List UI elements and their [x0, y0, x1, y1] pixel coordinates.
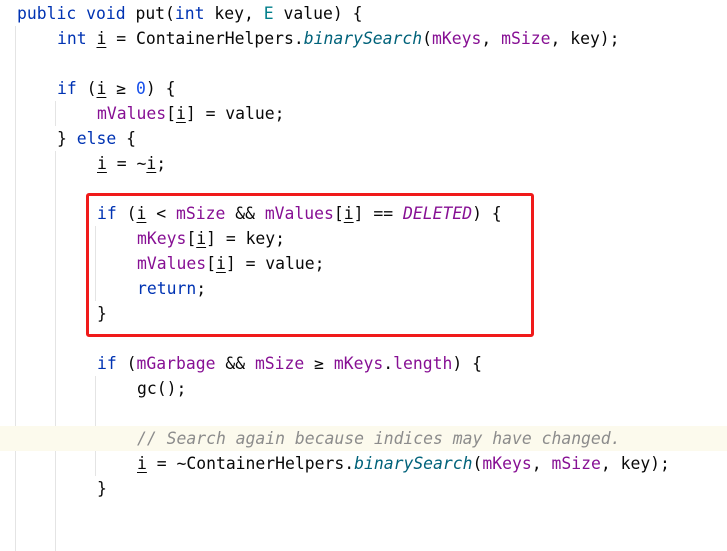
code-line[interactable]: i = ~i;	[0, 151, 727, 176]
code-line[interactable]: }	[0, 476, 727, 501]
token: &&	[215, 354, 255, 373]
token: key,	[204, 4, 264, 23]
code-line[interactable]: mValues[i] = value;	[0, 101, 727, 126]
token-static-method: binarySearch	[303, 29, 423, 48]
token: ) {	[452, 354, 482, 373]
token-type-param: E	[263, 4, 274, 23]
token-reassigned: i	[137, 454, 147, 473]
code-line[interactable]: int i = ContainerHelpers.binarySearch(mK…	[0, 26, 727, 51]
token-num: 0	[135, 79, 146, 98]
token-field: mKeys	[432, 29, 482, 48]
token-reassigned: i	[96, 29, 107, 48]
code-text: mValues[i] = value;	[97, 101, 285, 126]
code-text: gc();	[137, 376, 186, 401]
token-static-method: binarySearch	[354, 454, 473, 473]
token-kw: if	[97, 354, 117, 373]
token: [	[166, 104, 176, 123]
code-line[interactable]: gc();	[0, 376, 727, 401]
code-text: if (i ≥ 0) {	[57, 76, 175, 101]
code-text: } else {	[57, 126, 136, 151]
token: (	[76, 79, 97, 98]
token: ,	[481, 29, 502, 48]
token-field: mKeys	[482, 454, 532, 473]
token: ) {	[145, 79, 176, 98]
token-kw: else	[76, 129, 117, 148]
code-text: // Search again because indices may have…	[137, 426, 621, 451]
token: ≥	[106, 79, 136, 98]
code-line[interactable]: // Search again because indices may have…	[0, 426, 727, 451]
code-text: i = ~ContainerHelpers.binarySearch(mKeys…	[137, 451, 670, 476]
code-text: if (mGarbage && mSize ≥ mKeys.length) {	[97, 351, 482, 376]
token-kw: public	[17, 4, 77, 23]
token: .	[383, 354, 394, 373]
code-editor[interactable]: public void put(int key, E value) {int i…	[0, 0, 727, 551]
token: }	[57, 129, 77, 148]
code-text: public void put(int key, E value) {	[17, 1, 362, 26]
token-field: mSize	[254, 354, 305, 373]
token: value) {	[273, 4, 363, 23]
token: = ContainerHelpers.	[106, 29, 304, 48]
token: (	[472, 454, 483, 473]
token: gc();	[137, 379, 187, 398]
token: = ~	[106, 154, 147, 173]
token: ≥	[304, 354, 334, 373]
token: = ~ContainerHelpers.	[146, 454, 355, 473]
code-line[interactable]: if (i ≥ 0) {	[0, 76, 727, 101]
token: }	[97, 479, 107, 498]
red-annotation-box	[86, 193, 534, 337]
token-field: mSize	[551, 454, 601, 473]
token: ,	[531, 454, 552, 473]
token: ] = value;	[185, 104, 285, 123]
code-line[interactable]	[0, 51, 727, 76]
code-text: int i = ContainerHelpers.binarySearch(mK…	[57, 26, 620, 51]
code-line[interactable]	[0, 401, 727, 426]
token-field: mGarbage	[136, 354, 216, 373]
token-reassigned: i	[97, 154, 107, 173]
token-field: mKeys	[333, 354, 384, 373]
token: ;	[156, 154, 167, 173]
token-kw: void	[86, 4, 126, 23]
token-field: mValues	[97, 104, 167, 123]
token: put(	[125, 4, 175, 23]
code-text: }	[97, 476, 107, 501]
token: (	[116, 354, 137, 373]
token: , key);	[550, 29, 620, 48]
code-line[interactable]: public void put(int key, E value) {	[0, 1, 727, 26]
code-line[interactable]: } else {	[0, 126, 727, 151]
token: (	[422, 29, 433, 48]
token-reassigned: i	[175, 104, 186, 123]
token-kw: int	[174, 4, 205, 23]
token-kw: if	[57, 79, 77, 98]
token-reassigned: i	[146, 154, 157, 173]
token-field: mSize	[501, 29, 551, 48]
token-field: length	[393, 354, 453, 373]
token: {	[116, 129, 136, 148]
token-comment: // Search again because indices may have…	[137, 429, 621, 448]
token: , key);	[600, 454, 670, 473]
token-reassigned: i	[96, 79, 107, 98]
code-text: i = ~i;	[97, 151, 166, 176]
token-kw: int	[57, 29, 87, 48]
code-line[interactable]: if (mGarbage && mSize ≥ mKeys.length) {	[0, 351, 727, 376]
code-line[interactable]: i = ~ContainerHelpers.binarySearch(mKeys…	[0, 451, 727, 476]
